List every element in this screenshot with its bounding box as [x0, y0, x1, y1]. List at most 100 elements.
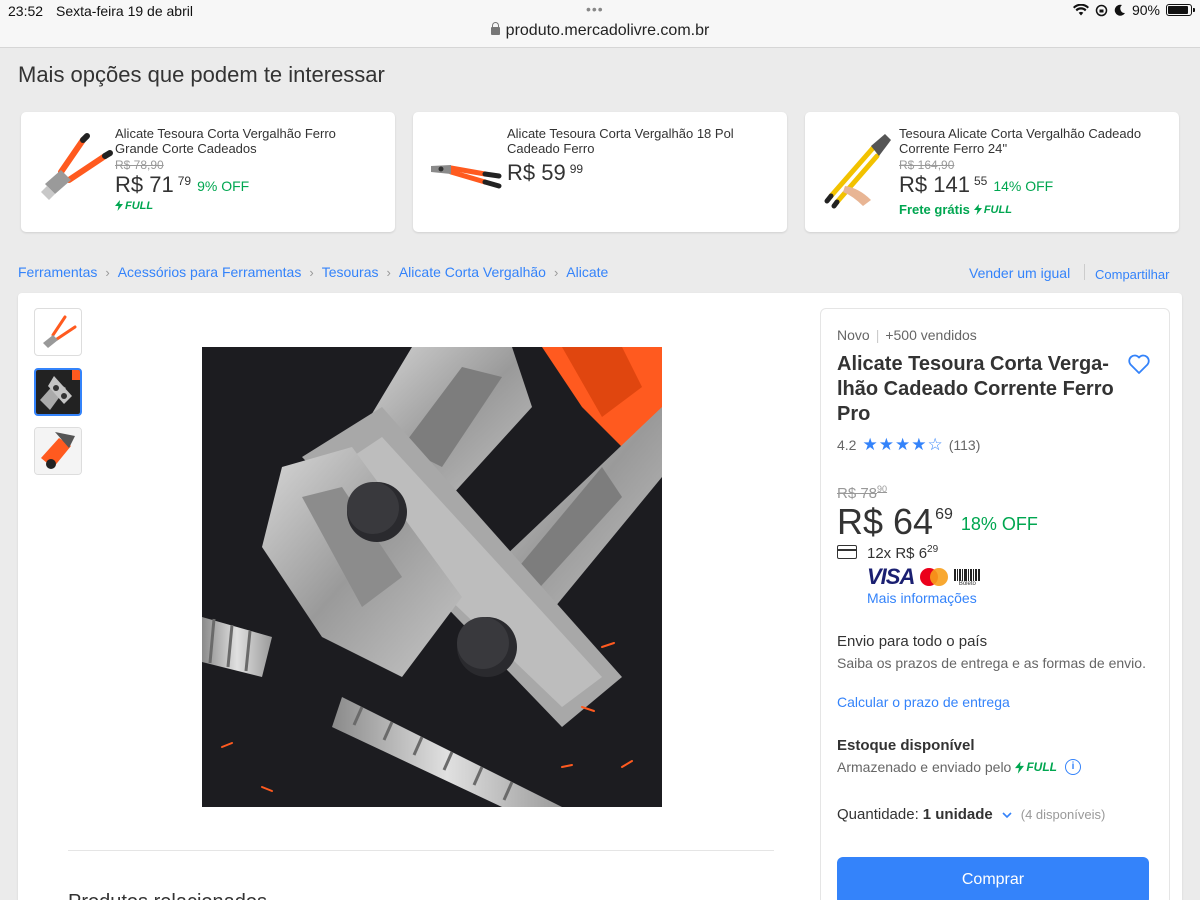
multitask-dots-icon[interactable]: ••• [586, 1, 604, 17]
wifi-icon [1072, 4, 1089, 16]
product-title: Alicate Tesoura Corta Verga- lhão Cadead… [837, 352, 1127, 427]
recommendation-cents: 79 [177, 174, 192, 188]
product-card: Produtos relacionados Novo | +500 vendidos… [18, 293, 1182, 900]
price-row: R$ 64 69 18% OFF [837, 500, 1038, 544]
star-icon: ★ [911, 435, 927, 454]
battery-icon [1166, 4, 1195, 16]
stock-subtitle: Armazenado e enviado pelo FULL i [837, 759, 1081, 775]
recommendation-card[interactable]: Alicate Tesoura Corta Vergalhão 18 Pol C… [413, 112, 787, 232]
thumbnail-image [36, 370, 80, 414]
chevron-right-icon: › [309, 264, 314, 280]
recommendation-discount: 9% OFF [197, 178, 250, 194]
bolt-icon [1015, 760, 1025, 774]
recommendation-title[interactable]: Tesoura Alicate Corta Vergalhão Cadeado … [899, 126, 1165, 156]
full-badge: FULL [115, 200, 153, 212]
recommendation-price: R$ 71 [115, 172, 174, 197]
recommendation-old-price: R$ 164,90 [899, 158, 955, 172]
chevron-right-icon: › [386, 264, 391, 280]
url-bar[interactable]: produto.mercadolivre.com.br [0, 22, 1200, 40]
url-text: produto.mercadolivre.com.br [505, 22, 710, 39]
share-link[interactable]: Compartilhar [1095, 267, 1169, 282]
battery-level [1168, 6, 1188, 14]
star-icon: ★ [862, 435, 878, 454]
payment-logos: VISA Boleto [867, 564, 981, 590]
full-badge: FULL [1015, 760, 1057, 774]
product-thumbnail [824, 134, 891, 209]
status-time: 23:52 [8, 3, 44, 19]
chevron-down-icon [1002, 811, 1012, 818]
star-icon: ★ [878, 435, 894, 454]
shipping-subtitle: Saiba os prazos de entrega e as formas d… [837, 655, 1146, 671]
gallery-thumbnail[interactable] [34, 368, 82, 416]
installments: 12x R$ 629 [867, 544, 938, 562]
breadcrumb-item[interactable]: Ferramentas [18, 264, 97, 280]
chevron-right-icon: › [553, 264, 559, 280]
sell-similar-link[interactable]: Vender um igual [969, 265, 1070, 281]
bolt-icon [115, 200, 123, 211]
full-label: FULL [125, 199, 154, 212]
credit-card-icon [837, 545, 857, 559]
stock-text: Armazenado e enviado pelo [837, 759, 1012, 775]
gallery-thumbnail[interactable] [34, 308, 82, 356]
rating-row[interactable]: 4.2 ★ ★ ★ ★ ☆ (113) [837, 436, 980, 453]
recommendation-title[interactable]: Alicate Tesoura Corta Vergalhão Ferro Gr… [115, 126, 381, 156]
chevron-right-icon: › [105, 264, 110, 280]
bolt-icon [973, 204, 982, 215]
recommendation-title[interactable]: Alicate Tesoura Corta Vergalhão 18 Pol C… [507, 126, 773, 156]
quantity-selector[interactable]: Quantidade: 1 unidade (4 disponíveis) [837, 806, 1105, 823]
original-price-cents: 90 [877, 484, 888, 494]
browser-chrome: 23:52 Sexta-feira 19 de abril ••• 90% pr… [0, 0, 1200, 48]
more-info-link[interactable]: Mais informações [867, 590, 977, 606]
heart-icon[interactable] [1127, 353, 1151, 375]
recommendation-cents: 55 [973, 174, 988, 188]
recommendation-old-price: R$ 78,90 [115, 158, 164, 172]
free-shipping-label: Frete grátis [899, 202, 970, 217]
quantity-label: Quantidade: [837, 806, 919, 823]
moon-icon [1114, 4, 1125, 16]
recommendation-discount: 14% OFF [993, 178, 1054, 194]
price-value: R$ 64 [837, 501, 934, 542]
status-indicators: 90% [1072, 2, 1195, 18]
stock-title: Estoque disponível [837, 737, 975, 754]
battery-percent: 90% [1131, 2, 1160, 18]
boleto-logo: Boleto [954, 568, 981, 587]
free-shipping: Frete grátis FULL [899, 202, 1165, 217]
buy-button[interactable]: Comprar [837, 857, 1149, 900]
thumbnail-image [43, 315, 77, 348]
product-thumbnail [41, 133, 113, 200]
quantity-value: 1 unidade [922, 806, 993, 823]
price-cents: 69 [935, 506, 953, 523]
boleto-label: Boleto [958, 581, 976, 587]
gallery-thumbnail[interactable] [34, 427, 82, 475]
separator: | [875, 327, 880, 343]
lock-icon [490, 22, 500, 35]
review-count: (113) [948, 436, 981, 453]
installments-cents: 29 [927, 544, 939, 555]
bolt-cutter-closeup [202, 347, 662, 807]
recommendation-cents: 99 [569, 162, 584, 176]
breadcrumb-item[interactable]: Alicate Corta Vergalhão [399, 264, 546, 280]
recommendations-title: Mais opções que podem te interessar [18, 62, 385, 87]
full-badge: FULL [973, 203, 1012, 216]
info-icon[interactable]: i [1065, 759, 1081, 775]
rating-value: 4.2 [837, 436, 857, 453]
breadcrumb-item[interactable]: Tesouras [322, 264, 379, 280]
full-label: FULL [983, 203, 1012, 216]
product-title-line: Pro [837, 403, 871, 425]
breadcrumb-item[interactable]: Alicate [566, 264, 608, 280]
divider [1084, 264, 1085, 280]
main-product-image[interactable] [202, 347, 662, 807]
recommendation-card[interactable]: Alicate Tesoura Corta Vergalhão Ferro Gr… [21, 112, 395, 232]
recommendation-price: R$ 141 [899, 172, 970, 197]
recommendation-card[interactable]: Tesoura Alicate Corta Vergalhão Cadeado … [805, 112, 1179, 232]
breadcrumb: Ferramentas › Acessórios para Ferramenta… [18, 264, 608, 280]
calculate-shipping-link[interactable]: Calcular o prazo de entrega [837, 694, 1010, 710]
status-date: Sexta-feira 19 de abril [56, 3, 193, 19]
rating-stars: ★ ★ ★ ★ ☆ [862, 436, 942, 453]
breadcrumb-item[interactable]: Acessórios para Ferramentas [118, 264, 302, 280]
star-outline-icon: ☆ [927, 435, 943, 454]
visa-logo: VISA [867, 564, 915, 589]
condition-row: Novo | +500 vendidos [837, 327, 977, 343]
full-label: FULL [1026, 760, 1057, 774]
discount-label: 18% OFF [960, 514, 1038, 534]
